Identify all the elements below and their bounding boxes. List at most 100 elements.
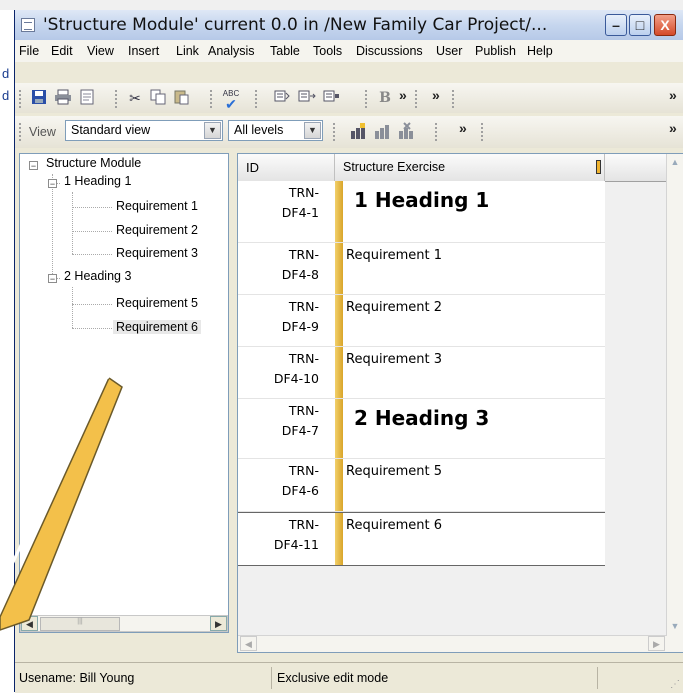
scroll-right-icon[interactable]: ▶ <box>648 636 665 651</box>
table-row[interactable]: TRN- DF4-6 Requirement 5 <box>238 459 605 512</box>
insert-heading-icon[interactable] <box>272 89 292 107</box>
row-id: TRN- DF4-11 <box>238 513 335 565</box>
tree-node-heading[interactable]: 1 Heading 1 <box>64 174 131 188</box>
tree-node-requirement[interactable]: Requirement 1 <box>116 199 198 213</box>
tree-horizontal-scrollbar[interactable]: ◀ ||| ▶ <box>20 615 228 632</box>
row-id-line: TRN- <box>288 247 319 262</box>
table-row[interactable]: TRN- DF4-10 Requirement 3 <box>238 347 605 399</box>
row-id-line: TRN- <box>288 517 319 532</box>
chevron-down-icon[interactable]: ▼ <box>204 122 221 139</box>
save-icon[interactable] <box>29 89 49 107</box>
structure-tree[interactable]: − Structure Module − 1 Heading 1 Require… <box>19 153 229 633</box>
toolbar-overflow-chevron[interactable]: » <box>669 87 677 103</box>
scroll-right-icon[interactable]: ▶ <box>210 616 227 631</box>
toolbar-overflow-chevron[interactable]: » <box>459 120 467 136</box>
bold-icon[interactable]: B <box>375 89 395 107</box>
paste-icon[interactable] <box>171 89 191 107</box>
table-row[interactable]: TRN- DF4-1 1 Heading 1 <box>238 181 605 243</box>
row-id-line: TRN- <box>288 351 319 366</box>
requirements-grid[interactable]: ID Structure Exercise TRN- DF4-1 1 Headin… <box>237 153 683 653</box>
menu-publish[interactable]: Publish <box>475 44 516 58</box>
toolbar-grip[interactable] <box>365 90 369 108</box>
table-row-selected[interactable]: TRN- DF4-11 Requirement 6 <box>238 512 605 566</box>
table-icon[interactable] <box>372 122 392 140</box>
maximize-button[interactable]: □ <box>629 14 651 36</box>
tree-node-requirement[interactable]: Requirement 2 <box>116 223 198 237</box>
row-id-line: TRN- <box>288 463 319 478</box>
collapse-toggle[interactable]: − <box>29 161 38 171</box>
tree-root[interactable]: Structure Module <box>46 156 141 170</box>
scroll-left-icon[interactable]: ◀ <box>21 616 38 631</box>
row-id-line: DF4-1 <box>281 205 319 220</box>
menu-file[interactable]: File <box>19 44 39 58</box>
view-select[interactable]: Standard view ▼ <box>65 120 223 141</box>
minimize-button[interactable]: – <box>605 14 627 36</box>
toolbar-grip[interactable] <box>333 123 337 141</box>
table-row[interactable]: TRN- DF4-7 2 Heading 3 <box>238 399 605 459</box>
title-bar[interactable]: 'Structure Module' current 0.0 in /New F… <box>15 10 683 41</box>
insert-below-icon[interactable] <box>322 89 342 107</box>
column-header-structure-exercise[interactable]: Structure Exercise <box>335 154 605 181</box>
tree-connector <box>72 254 112 255</box>
toolbar-overflow-chevron[interactable]: » <box>669 120 677 136</box>
menu-view[interactable]: View <box>87 44 114 58</box>
tree-node-requirement[interactable]: Requirement 3 <box>116 246 198 260</box>
grid-vertical-scrollbar[interactable]: ▲ ▼ <box>666 154 683 652</box>
toolbar-grip[interactable] <box>210 90 214 108</box>
menu-link[interactable]: Link <box>176 44 199 58</box>
toolbar-grip[interactable] <box>19 123 23 141</box>
status-bar: Usename: Bill Young Exclusive edit mode … <box>15 662 683 693</box>
tree-connector <box>72 207 112 208</box>
collapse-toggle[interactable]: − <box>48 179 57 189</box>
insert-object-icon[interactable] <box>297 89 317 107</box>
toolbar-grip[interactable] <box>435 123 439 141</box>
row-id-line: DF4-7 <box>281 423 319 438</box>
menu-edit[interactable]: Edit <box>51 44 73 58</box>
add-attribute-icon[interactable] <box>348 122 368 140</box>
row-id-line: DF4-10 <box>273 371 319 386</box>
toolbar-grip[interactable] <box>19 90 23 108</box>
tree-node-requirement[interactable]: Requirement 5 <box>116 296 198 310</box>
menu-user[interactable]: User <box>436 44 462 58</box>
toolbar-grip[interactable] <box>452 90 456 108</box>
tree-node-heading[interactable]: 2 Heading 3 <box>64 269 131 283</box>
row-id-line: DF4-11 <box>273 537 319 552</box>
print-icon[interactable] <box>53 89 73 107</box>
page-setup-icon[interactable] <box>77 89 97 107</box>
toolbar-grip[interactable] <box>115 90 119 108</box>
scroll-left-icon[interactable]: ◀ <box>240 636 257 651</box>
delete-column-icon[interactable] <box>396 122 416 140</box>
toolbar-overflow-chevron[interactable]: » <box>432 87 440 103</box>
column-marker-icon <box>596 160 601 174</box>
cut-icon[interactable]: ✂ <box>125 89 145 107</box>
row-status-bar <box>335 181 343 242</box>
toolbar-grip[interactable] <box>415 90 419 108</box>
table-row[interactable]: TRN- DF4-8 Requirement 1 <box>238 243 605 295</box>
menu-analysis[interactable]: Analysis <box>208 44 255 58</box>
tree-node-requirement-selected[interactable]: Requirement 6 <box>113 320 201 334</box>
column-header-id[interactable]: ID <box>238 154 335 181</box>
toolbar-overflow-chevron[interactable]: » <box>399 87 407 103</box>
menu-tools[interactable]: Tools <box>313 44 342 58</box>
grid-header: ID Structure Exercise <box>238 154 668 182</box>
chevron-down-icon[interactable]: ▼ <box>304 122 321 139</box>
grid-horizontal-scrollbar[interactable]: ◀ ▶ <box>238 635 667 652</box>
levels-select[interactable]: All levels ▼ <box>228 120 323 141</box>
menu-table[interactable]: Table <box>270 44 300 58</box>
close-button[interactable]: X <box>654 14 676 36</box>
menu-discussions[interactable]: Discussions <box>356 44 423 58</box>
collapse-toggle[interactable]: − <box>48 274 57 284</box>
tree-connector <box>72 231 112 232</box>
toolbar-grip[interactable] <box>481 123 485 141</box>
spelling-icon[interactable]: ABC ✔ <box>221 89 241 111</box>
copy-icon[interactable] <box>148 89 168 107</box>
menu-help[interactable]: Help <box>527 44 553 58</box>
scroll-down-icon[interactable]: ▼ <box>667 618 683 634</box>
scroll-thumb[interactable]: ||| <box>40 617 120 631</box>
row-status-bar <box>335 513 343 565</box>
table-row[interactable]: TRN- DF4-9 Requirement 2 <box>238 295 605 347</box>
resize-grip-icon[interactable]: ⋰ <box>670 679 680 690</box>
menu-insert[interactable]: Insert <box>128 44 159 58</box>
scroll-up-icon[interactable]: ▲ <box>667 154 683 170</box>
toolbar-grip[interactable] <box>255 90 259 108</box>
